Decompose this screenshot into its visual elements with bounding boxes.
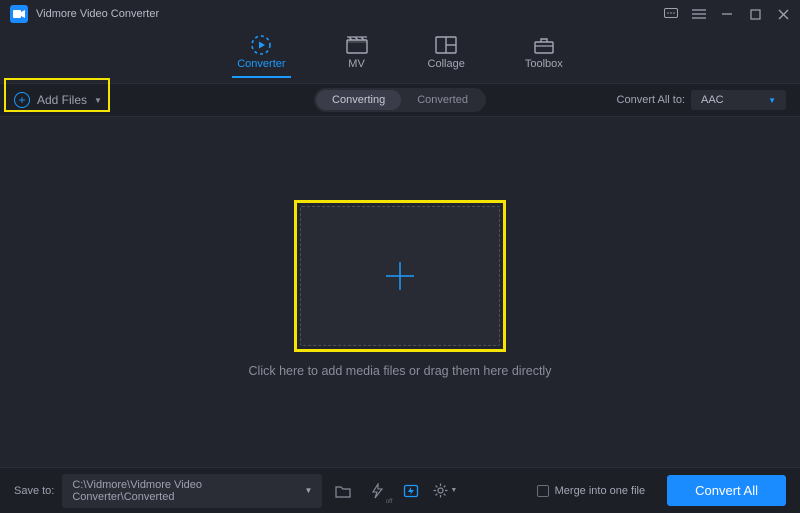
tab-converter[interactable]: Converter (237, 36, 285, 76)
drop-zone-wrap (300, 206, 500, 346)
output-path: C:\Vidmore\Vidmore Video Converter\Conve… (72, 479, 304, 503)
drop-zone[interactable] (300, 206, 500, 346)
tab-label: Converter (237, 58, 285, 70)
collage-icon (435, 36, 457, 54)
tab-label: Toolbox (525, 58, 563, 70)
format-select[interactable]: AAC ▼ (691, 90, 786, 110)
subtab-converted[interactable]: Converted (401, 90, 484, 110)
feedback-icon[interactable] (664, 7, 678, 21)
convert-all-button[interactable]: Convert All (667, 475, 786, 506)
format-value: AAC (701, 94, 724, 106)
plus-icon: + (14, 92, 30, 108)
action-bar: + Add Files ▼ Converting Converted Conve… (0, 83, 800, 117)
gpu-sub-label: off (386, 499, 393, 505)
high-speed-button[interactable] (398, 479, 424, 503)
chevron-down-icon: ▼ (768, 96, 776, 105)
saveto-label: Save to: (14, 485, 54, 497)
chevron-down-icon: ▼ (450, 487, 457, 494)
app-title: Vidmore Video Converter (36, 8, 159, 20)
subtab-converting[interactable]: Converting (316, 90, 401, 110)
minimize-icon[interactable] (720, 7, 734, 21)
merge-checkbox[interactable]: Merge into one file (537, 485, 646, 497)
add-files-button[interactable]: + Add Files ▼ (14, 88, 112, 112)
merge-label: Merge into one file (555, 485, 646, 497)
toolbox-icon (533, 36, 555, 54)
main-tabs: Converter MV Collage Toolbox (0, 28, 800, 83)
add-icon (382, 258, 418, 294)
output-path-select[interactable]: C:\Vidmore\Vidmore Video Converter\Conve… (62, 474, 322, 508)
main-area: Click here to add media files or drag th… (0, 117, 800, 467)
status-tabs: Converting Converted (314, 88, 486, 112)
menu-icon[interactable] (692, 7, 706, 21)
titlebar: Vidmore Video Converter (0, 0, 800, 28)
tab-toolbox[interactable]: Toolbox (525, 36, 563, 76)
convert-all-label: Convert All to: (617, 94, 685, 106)
footer-bar: Save to: C:\Vidmore\Vidmore Video Conver… (0, 467, 800, 513)
mv-icon (346, 36, 368, 54)
chevron-down-icon: ▼ (94, 96, 102, 105)
tab-mv[interactable]: MV (346, 36, 368, 76)
chevron-down-icon: ▼ (304, 486, 312, 495)
window-controls (664, 7, 790, 21)
convert-all-control: Convert All to: AAC ▼ (617, 90, 786, 110)
settings-button[interactable]: ▼ (432, 479, 458, 503)
add-files-label: Add Files (37, 93, 87, 107)
close-icon[interactable] (776, 7, 790, 21)
tab-label: MV (348, 58, 365, 70)
drop-hint: Click here to add media files or drag th… (249, 364, 552, 378)
app-logo (10, 5, 28, 23)
tab-collage[interactable]: Collage (428, 36, 465, 76)
maximize-icon[interactable] (748, 7, 762, 21)
gpu-accel-button[interactable]: off (364, 479, 390, 503)
open-folder-button[interactable] (330, 479, 356, 503)
converter-icon (250, 36, 272, 54)
checkbox-icon (537, 485, 549, 497)
tab-label: Collage (428, 58, 465, 70)
